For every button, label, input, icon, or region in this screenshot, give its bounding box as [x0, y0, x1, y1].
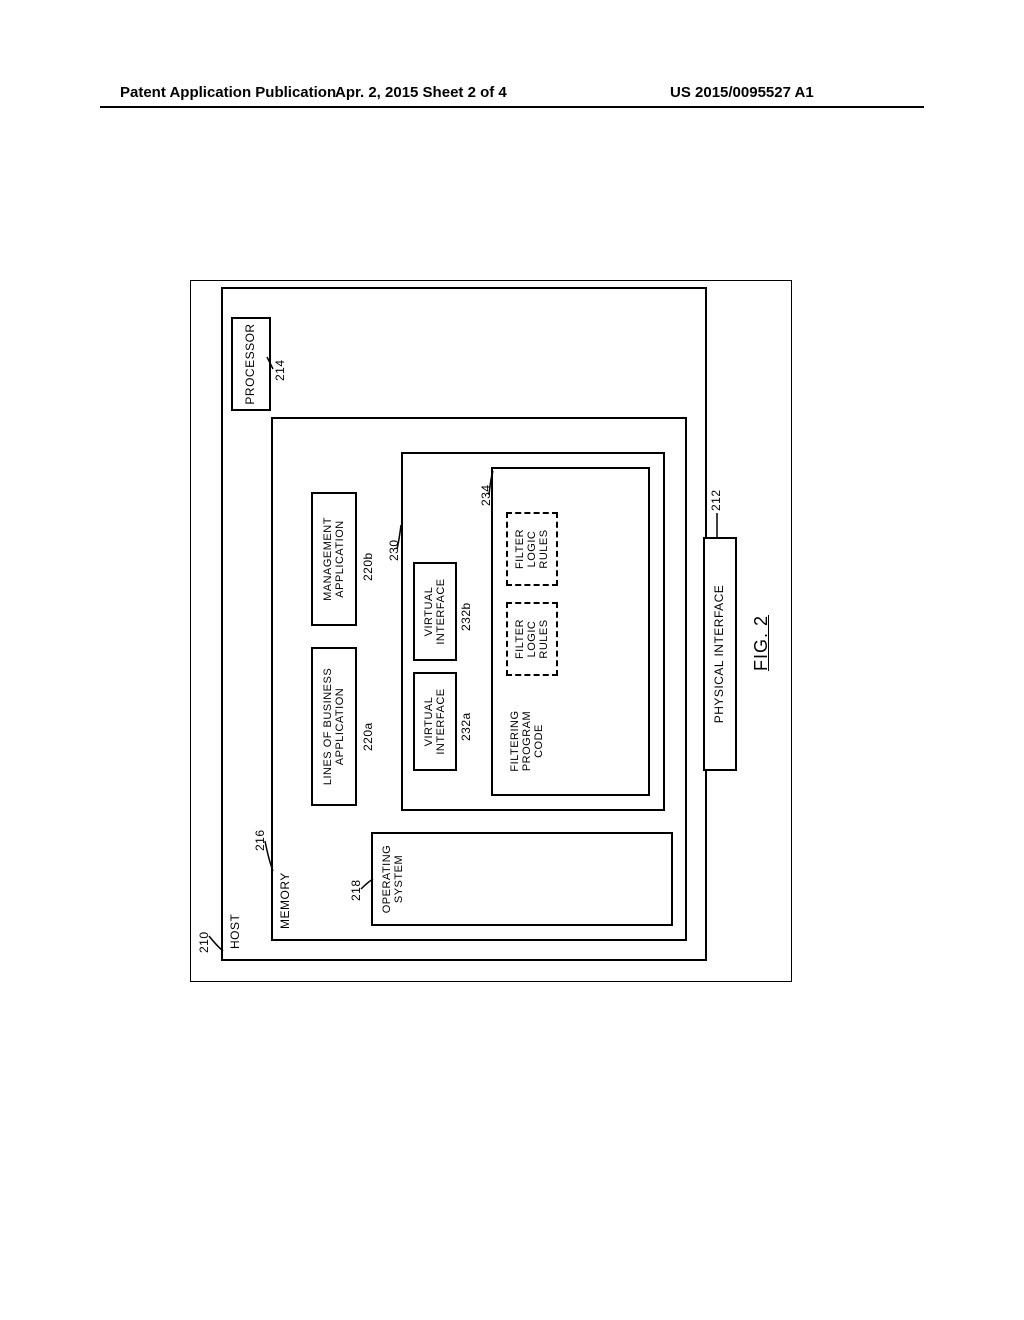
figure-2: HOST 210 PROCESSOR 214 MEMORY 216 OPERAT…: [191, 281, 791, 981]
header-left: Patent Application Publication: [120, 84, 336, 101]
header-rule: [100, 106, 924, 108]
figure-frame: HOST 210 PROCESSOR 214 MEMORY 216 OPERAT…: [190, 280, 792, 982]
header-center: Apr. 2, 2015 Sheet 2 of 4: [335, 84, 507, 101]
leader-lines: [191, 281, 791, 981]
header-right: US 2015/0095527 A1: [670, 84, 814, 101]
